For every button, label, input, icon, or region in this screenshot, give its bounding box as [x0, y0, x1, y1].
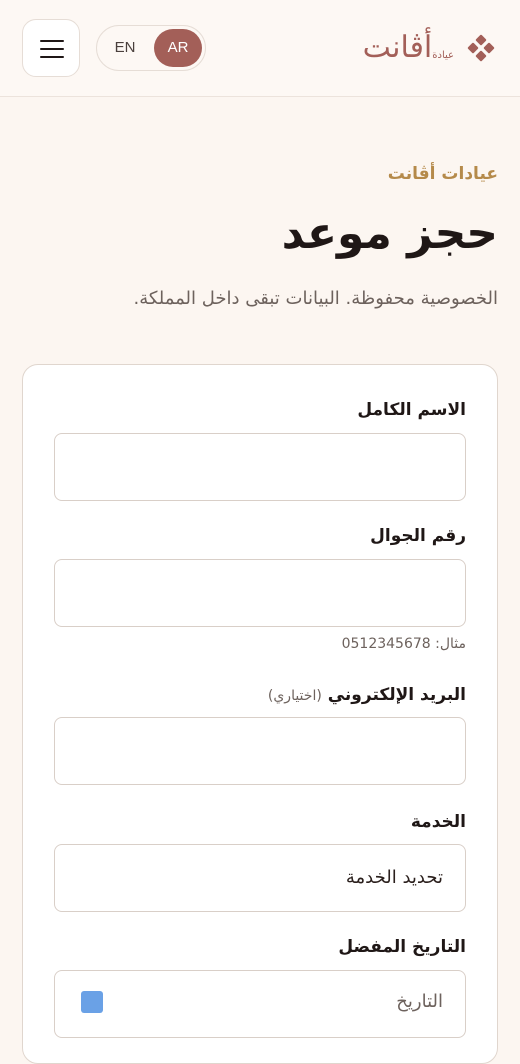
- service-select[interactable]: تحديد الخدمة: [54, 844, 466, 912]
- preferred-date-input[interactable]: التاريخ: [54, 970, 466, 1038]
- calendar-icon[interactable]: [81, 991, 103, 1013]
- lang-en-option[interactable]: EN: [101, 29, 149, 67]
- menu-button[interactable]: [22, 19, 80, 77]
- language-toggle[interactable]: EN AR: [96, 25, 206, 71]
- full-name-label: الاسم الكامل: [357, 400, 466, 420]
- top-header: عيادة أڤانت EN AR: [0, 0, 520, 97]
- hamburger-icon: [40, 40, 64, 42]
- logo-diamond-icon: [467, 34, 495, 62]
- email-input[interactable]: [54, 717, 466, 785]
- lang-ar-option[interactable]: AR: [154, 29, 202, 67]
- phone-input[interactable]: [54, 559, 466, 627]
- email-optional-note: (اختياري): [267, 688, 322, 704]
- date-placeholder: التاريخ: [396, 991, 443, 1012]
- clinic-name-eyebrow: عيادات أڤانت: [387, 164, 498, 184]
- logo-wordmark: أڤانت: [362, 30, 433, 65]
- phone-label: رقم الجوال: [370, 526, 466, 546]
- clinic-logo[interactable]: عيادة أڤانت: [362, 24, 495, 72]
- email-label: البريد الإلكتروني (اختياري): [267, 685, 466, 705]
- full-name-input[interactable]: [54, 433, 466, 501]
- preferred-date-label: التاريخ المفضل: [338, 937, 466, 957]
- page-title: حجز موعد: [281, 208, 498, 259]
- service-selected-value: تحديد الخدمة: [345, 867, 443, 888]
- service-label: الخدمة: [410, 812, 466, 832]
- privacy-subtitle: الخصوصية محفوظة. البيانات تبقى داخل المم…: [133, 288, 498, 309]
- logo-subtext: عيادة: [432, 49, 454, 61]
- phone-hint: مثال: 0512345678: [341, 636, 466, 652]
